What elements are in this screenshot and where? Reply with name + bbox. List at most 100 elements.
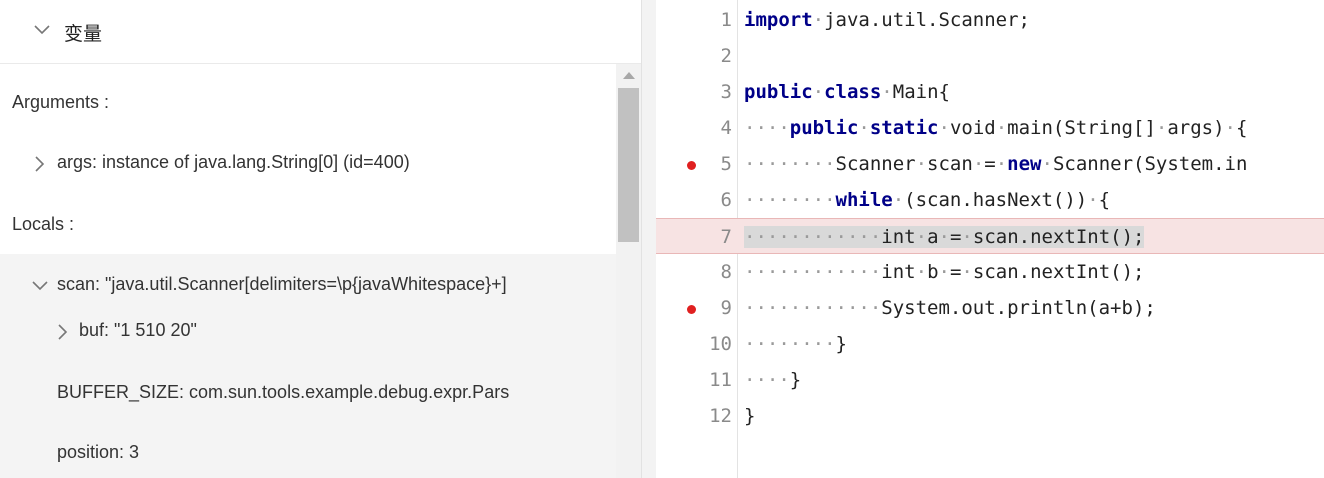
code-token: ········: [744, 333, 836, 355]
code-line[interactable]: 1 import·java.util.Scanner;: [656, 2, 1324, 38]
code-token: {: [1098, 189, 1111, 211]
code-text[interactable]: ····}: [744, 369, 801, 391]
arguments-label-row: Arguments :: [0, 92, 616, 116]
code-line[interactable]: 9 ············System.out.println(a+b);: [656, 290, 1324, 326]
panel-splitter[interactable]: [641, 0, 656, 478]
line-number[interactable]: 3: [692, 81, 732, 103]
code-line[interactable]: 12}: [656, 398, 1324, 434]
code-token: public: [789, 117, 859, 139]
code-text[interactable]: ············System.out.println(a+b);: [744, 297, 1156, 319]
line-number[interactable]: 8: [692, 261, 732, 283]
code-line[interactable]: 3 public·class·Main{: [656, 74, 1324, 110]
code-token: =: [949, 261, 962, 283]
code-token: ········: [744, 189, 836, 211]
code-token: System.out.println(a+b);: [881, 297, 1156, 319]
chevron-right-icon[interactable]: [57, 323, 69, 341]
code-line[interactable]: 7 ············int·a·=·scan.nextInt();: [656, 218, 1324, 254]
code-token: a: [927, 226, 939, 248]
variables-scrollbar[interactable]: [616, 64, 641, 478]
code-token: ·: [938, 117, 950, 139]
code-token: ·: [961, 261, 973, 283]
code-token: main(String[]: [1007, 117, 1156, 139]
code-token: ············: [744, 297, 882, 319]
buf-variable: buf: "1 510 20": [79, 320, 197, 340]
code-token: scan.nextInt();: [972, 261, 1145, 283]
code-text[interactable]: ········while·(scan.hasNext())·{: [744, 189, 1110, 211]
code-token: ·: [915, 153, 928, 175]
code-token: ·: [1041, 153, 1053, 175]
code-token: java.util.Scanner;: [824, 9, 1030, 31]
variables-panel: 变量 Arguments : args: instance of java.la…: [0, 0, 641, 478]
code-token: ·: [1155, 117, 1168, 139]
code-token: ·: [812, 9, 825, 31]
code-token: static: [869, 117, 939, 139]
line-number[interactable]: 11: [692, 369, 732, 391]
code-line[interactable]: 6 ········while·(scan.hasNext())·{: [656, 182, 1324, 218]
code-token: args): [1167, 117, 1225, 139]
code-token: Scanner(System.in: [1052, 153, 1248, 175]
code-text[interactable]: ····public·static·void·main(String[]·arg…: [744, 117, 1247, 139]
variable-row-buffer-size[interactable]: BUFFER_SIZE: com.sun.tools.example.debug…: [0, 382, 616, 408]
code-token: Main{: [892, 81, 950, 103]
code-text[interactable]: }: [744, 405, 755, 427]
code-token: ····: [744, 369, 790, 391]
chevron-down-icon[interactable]: [33, 24, 51, 36]
code-text[interactable]: ········}: [744, 333, 847, 355]
line-number[interactable]: 10: [692, 333, 732, 355]
code-token: import: [744, 9, 813, 31]
code-token: void: [949, 117, 996, 139]
line-number[interactable]: 4: [692, 117, 732, 139]
line-number[interactable]: 7: [692, 226, 732, 248]
code-token: ·: [938, 261, 950, 283]
scroll-up-arrow-icon[interactable]: [623, 72, 635, 79]
code-token: ·: [995, 153, 1008, 175]
code-token: }: [744, 405, 756, 427]
scrollbar-thumb[interactable]: [618, 88, 639, 242]
code-line[interactable]: 8 ············int·b·=·scan.nextInt();: [656, 254, 1324, 290]
code-line[interactable]: 4 ····public·static·void·main(String[]·ar…: [656, 110, 1324, 146]
line-number[interactable]: 1: [692, 9, 732, 31]
code-token: =: [949, 226, 962, 248]
variable-row-buf[interactable]: buf: "1 510 20": [0, 320, 616, 346]
variables-tree: Arguments : args: instance of java.lang.…: [0, 64, 616, 478]
code-line[interactable]: 2: [656, 38, 1324, 74]
variable-row-position[interactable]: position: 3: [0, 442, 616, 468]
code-line[interactable]: 10 ········}: [656, 326, 1324, 362]
code-text[interactable]: public·class·Main{: [744, 81, 950, 103]
line-number[interactable]: 5: [692, 153, 732, 175]
code-token: ····: [744, 117, 790, 139]
code-token: ·: [938, 226, 950, 248]
arguments-label: Arguments :: [12, 92, 110, 112]
code-token: scan.nextInt();: [972, 226, 1145, 248]
line-number[interactable]: 9: [692, 297, 732, 319]
code-token: class: [824, 81, 882, 103]
line-number[interactable]: 2: [692, 45, 732, 67]
code-token: int: [881, 226, 916, 248]
code-token: int: [881, 261, 916, 283]
code-token: }: [789, 369, 802, 391]
code-text[interactable]: ············int·a·=·scan.nextInt();: [744, 226, 1145, 248]
chevron-right-icon[interactable]: [34, 155, 46, 173]
variables-section-header[interactable]: 变量: [0, 0, 641, 64]
code-text[interactable]: ········Scanner·scan·=·new·Scanner(Syste…: [744, 153, 1247, 175]
code-token: {: [1236, 117, 1248, 139]
code-token: ·: [972, 153, 985, 175]
code-token: b: [927, 261, 939, 283]
variable-row-scan[interactable]: scan: "java.util.Scanner[delimiters=\p{j…: [0, 274, 616, 300]
code-token: ·: [1224, 117, 1236, 139]
line-number[interactable]: 12: [692, 405, 732, 427]
code-line[interactable]: 5 ········Scanner·scan·=·new·Scanner(Syst…: [656, 146, 1324, 182]
code-token: public: [744, 81, 813, 103]
chevron-down-icon[interactable]: [31, 280, 49, 292]
variable-row-args[interactable]: args: instance of java.lang.String[0] (i…: [0, 152, 616, 178]
code-token: ·: [881, 81, 893, 103]
code-token: ·: [915, 226, 928, 248]
code-token: (scan.hasNext()): [904, 189, 1088, 211]
code-line[interactable]: 11 ····}: [656, 362, 1324, 398]
code-editor[interactable]: 1 import·java.util.Scanner; 2 3 public·class…: [656, 0, 1324, 478]
code-text[interactable]: ············int·b·=·scan.nextInt();: [744, 261, 1144, 283]
code-text[interactable]: import·java.util.Scanner;: [744, 9, 1030, 31]
code-token: ········: [744, 153, 836, 175]
locals-label-row: Locals :: [0, 214, 616, 238]
line-number[interactable]: 6: [692, 189, 732, 211]
